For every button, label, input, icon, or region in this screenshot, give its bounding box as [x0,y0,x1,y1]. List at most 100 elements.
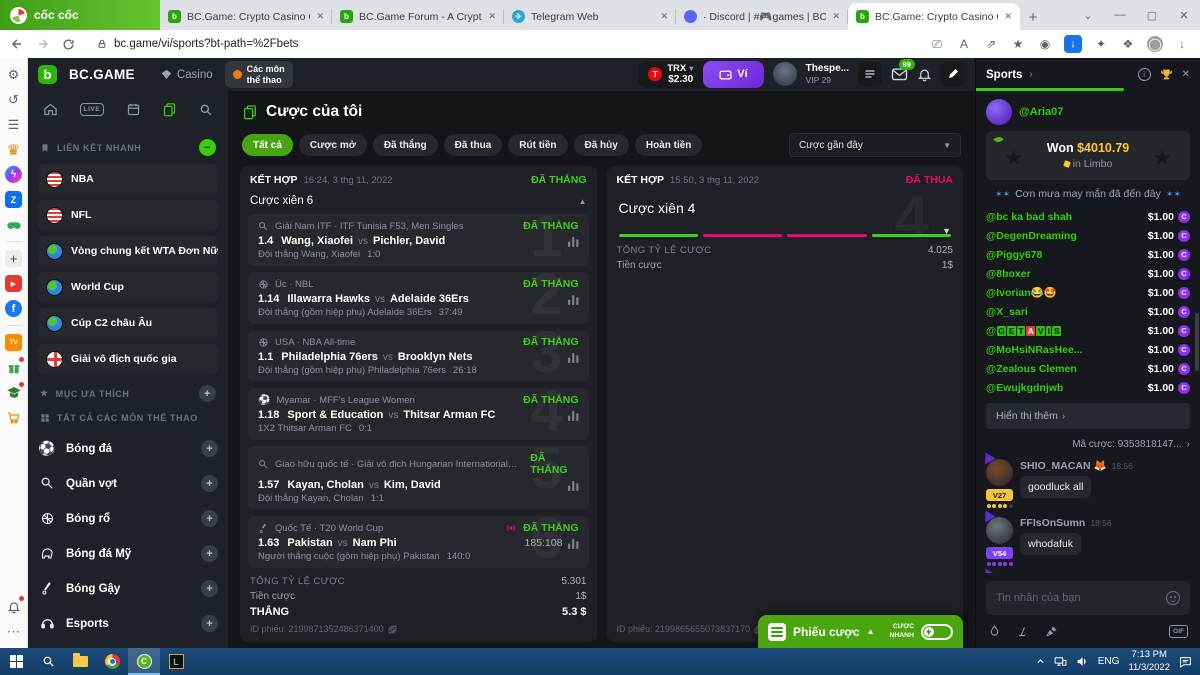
close-icon[interactable]: ✕ [1182,69,1190,80]
rain-username[interactable]: @DegenDreaming [986,230,1077,242]
back-icon[interactable] [10,37,24,51]
quick-bet-toggle[interactable] [921,624,953,640]
expand-plus-button[interactable]: + [201,580,218,597]
crown-icon[interactable]: ♛ [5,141,22,158]
bet-code-link[interactable]: Mã cược: 9353818147...› [986,439,1190,450]
trophy-icon[interactable] [1160,68,1173,81]
chat-input-box[interactable] [986,581,1190,615]
sidebar-item-world-cup[interactable]: World Cup [38,272,218,302]
messenger-icon[interactable]: ϟ [5,166,22,183]
stats-bars-icon[interactable] [568,294,579,305]
gif-icon[interactable]: GIF [1169,625,1188,638]
translate-icon[interactable]: A [956,36,972,52]
reading-list-icon[interactable]: ☰ [5,116,22,133]
plus-icon[interactable]: + [5,250,22,267]
youtube-icon[interactable]: ▶ [5,275,22,292]
home-icon[interactable] [43,102,58,117]
wallet-button[interactable]: Ví [703,61,763,88]
taskbar-start-button[interactable] [0,648,32,675]
combo-toggle[interactable]: Cược xiên 6 ▲ [240,192,597,214]
stats-bars-icon[interactable] [568,410,579,421]
stats-bars-icon[interactable] [568,538,579,549]
sort-dropdown[interactable]: Cược gần đây ▼ [789,133,961,157]
graduation-icon[interactable] [5,384,22,401]
notifications-button[interactable] [917,67,932,82]
browser-tab[interactable]: bBC.Game: Crypto Casino Gam✕ [160,3,332,30]
rain-username[interactable]: @bc ka bad shah [986,211,1072,223]
close-icon[interactable]: ✕ [1168,0,1200,30]
sidebar-item-nfl[interactable]: NFL [38,200,218,230]
minimize-icon[interactable]: — [1104,0,1136,30]
sidebar-item-nba[interactable]: NBA [38,164,218,194]
rain-username[interactable]: @MoHsiNRasHee... [986,344,1083,356]
expand-plus-button[interactable]: + [201,510,218,527]
maximize-icon[interactable]: ▢ [1136,0,1168,30]
clock[interactable]: 7:13 PM11/3/2022 [1128,649,1170,674]
tab-close-icon[interactable]: ✕ [832,11,840,22]
info-icon[interactable]: i [1138,68,1151,81]
gift-icon[interactable] [5,359,22,376]
history-icon[interactable]: ↺ [5,91,22,108]
add-favorite-button[interactable]: + [199,385,216,402]
inbox-button[interactable]: 99 [891,67,908,81]
action-center-icon[interactable] [1179,656,1192,668]
live-icon[interactable]: LIVE [80,103,104,116]
winner-avatar[interactable] [986,99,1012,125]
browser-tab[interactable]: bBC.Game: Crypto Casino Gam✕ [848,3,1020,30]
taskbar-chrome-button[interactable] [96,648,128,675]
bell-icon[interactable] [5,598,22,615]
browser-tab[interactable]: bBC.Game Forum - A Cryptoc✕ [332,3,504,30]
tab-close-icon[interactable]: ✕ [660,11,668,22]
expand-plus-button[interactable]: + [201,545,218,562]
user-info[interactable]: Thespe... VIP 29 [806,63,849,86]
copy-icon[interactable] [388,625,397,634]
taskbar-coccoc-button[interactable]: C [128,648,160,675]
my-bets-icon[interactable] [162,102,177,117]
show-more-button[interactable]: Hiển thị thêm› [986,403,1190,429]
stats-bars-icon[interactable] [568,352,579,363]
address-field[interactable]: bc.game/vi/sports?bt-path=%2Fbets [87,33,917,55]
downloads-icon[interactable]: ↓ [1174,36,1190,52]
user-avatar[interactable] [773,62,797,86]
bcgame-logo-text[interactable]: BC.GAME [69,67,135,82]
nav-sports[interactable]: Các mônthể thao [225,61,293,88]
chat-input[interactable] [996,592,1160,604]
chat-username[interactable]: SHIO_MACAN 🦊 [1020,459,1107,472]
chevron-up-icon[interactable] [1036,657,1045,666]
cast-icon[interactable]: ⎚ [929,36,945,52]
sidebar-item-vòng-chung-kết-wta-đơn-nữ[interactable]: Vòng chung kết WTA Đơn Nữ [38,236,218,266]
rain-username[interactable]: @Ivorian😂🤩 [986,286,1057,299]
sidebar-item-cúp-c2-châu-âu[interactable]: Cúp C2 châu Âu [38,308,218,338]
settings-icon[interactable]: ⚙ [5,66,22,83]
filter-tab-tất-cả[interactable]: Tất cả [242,134,293,156]
tab-search-icon[interactable]: ⌄ [1072,0,1104,30]
taskbar-lol-button[interactable]: L [160,648,192,675]
tab-close-icon[interactable]: ✕ [316,11,324,22]
gamepad-icon[interactable] [5,216,22,233]
cart-icon[interactable] [5,409,22,426]
expand-plus-button[interactable]: + [201,615,218,632]
currency-selector[interactable]: T TRX▾ $2.30 [638,61,703,88]
collapse-quick-links-button[interactable]: − [199,139,216,156]
emoji-icon[interactable] [1166,591,1180,605]
tab-close-icon[interactable]: ✕ [488,11,496,22]
filter-tab-rút-tiền[interactable]: Rút tiền [508,134,567,156]
rain-username[interactable]: @GETAVIS [986,325,1062,337]
rocket-icon[interactable] [1045,625,1058,638]
filter-tab-đã-thắng[interactable]: Đã thắng [373,134,438,156]
chevron-right-icon[interactable]: › [1029,69,1032,80]
filter-tab-cược-mở[interactable]: Cược mở [299,134,367,156]
rain-username[interactable]: @Ewujkgdnjwb [986,382,1063,394]
more-icon[interactable]: ⋯ [5,623,22,640]
chat-avatar[interactable] [986,459,1013,486]
rain-username[interactable]: @Piggy678 [986,249,1042,261]
sidebar-sport-basketball[interactable]: Bóng rổ+ [38,501,218,536]
chat-scrollbar[interactable] [1195,313,1199,371]
search-icon[interactable] [199,103,213,117]
sidebar-sport-cricket[interactable]: Bóng Gậy+ [38,571,218,606]
browser-tab[interactable]: · Discord | #🎮games | BC G✕ [676,3,848,30]
sidebar-sport-fifa[interactable]: FI▲FIFA+ [38,641,218,648]
facebook-icon[interactable]: f [5,300,22,317]
big-win-card[interactable]: ★ ★ Won $4010.79 in Limbo [986,131,1190,180]
betslip-button[interactable]: Phiếu cược ▲ CƯỢCNHANH [758,615,963,648]
